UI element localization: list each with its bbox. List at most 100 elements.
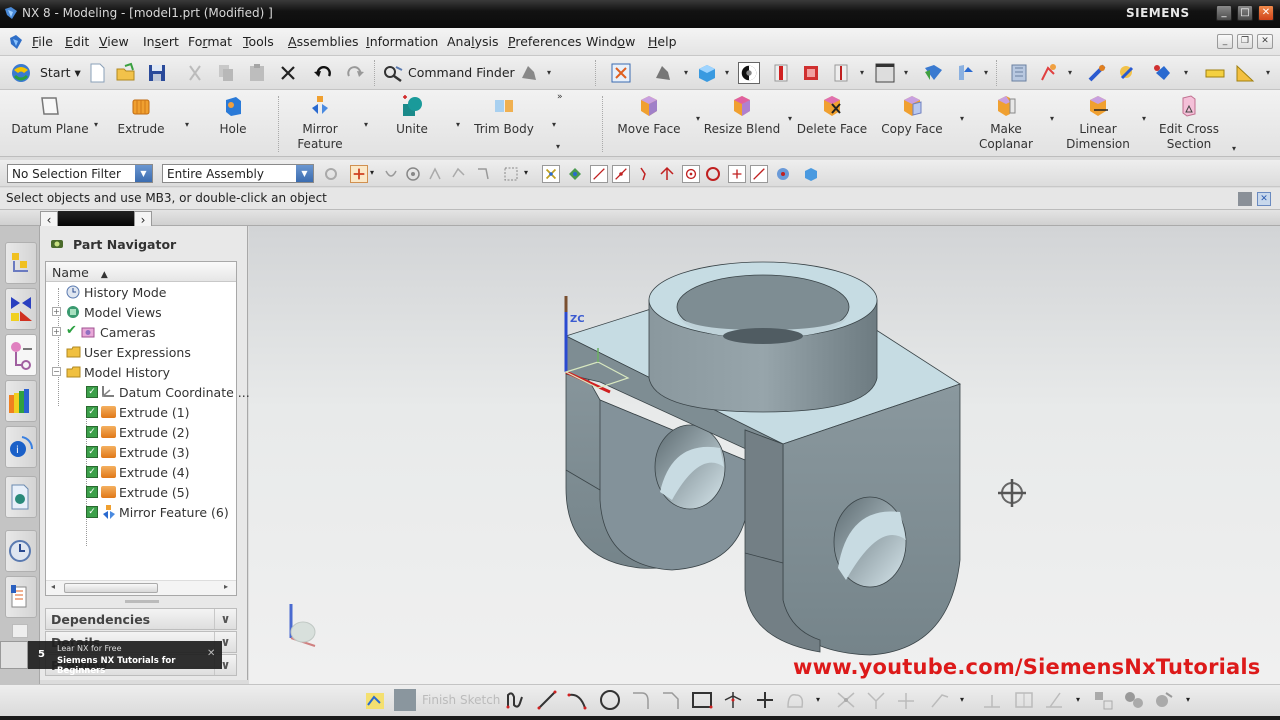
orientation-dropdown[interactable]: ▾ — [684, 68, 688, 77]
close-button[interactable]: ✕ — [1258, 5, 1274, 21]
clip-section-icon[interactable] — [800, 62, 822, 84]
doc-close-button[interactable]: ✕ — [1257, 34, 1273, 49]
background-dropdown[interactable]: ▾ — [904, 68, 908, 77]
mirror-feature-dropdown[interactable]: ▾ — [364, 120, 368, 129]
menu-help[interactable]: Help — [648, 34, 677, 49]
visibility-checkbox[interactable]: ✓ — [86, 466, 98, 478]
new-icon[interactable] — [86, 62, 108, 84]
midpoint-icon[interactable] — [612, 165, 630, 183]
wave-link-icon[interactable] — [1152, 62, 1174, 84]
visibility-checkbox[interactable]: ✓ — [86, 446, 98, 458]
redo-icon[interactable] — [344, 62, 366, 84]
resize-blend-dropdown[interactable]: ▾ — [788, 114, 792, 123]
video-playlist-overlay[interactable]: 5 Lear NX for Free Siemens NX Tutorials … — [0, 641, 222, 676]
sketch-task-icon[interactable] — [364, 689, 386, 711]
menu-view[interactable]: View — [99, 34, 129, 49]
quadrant-point-icon[interactable] — [704, 165, 722, 183]
general-selection-icon[interactable] — [322, 165, 340, 183]
tree-node-extrude-1[interactable]: ✓ Extrude (1) — [46, 402, 236, 422]
panel-splitter[interactable] — [125, 600, 159, 603]
tab-history[interactable] — [5, 530, 37, 572]
finish-sketch-button[interactable]: Finish Sketch — [422, 693, 500, 707]
chevron-down-icon[interactable]: ∨ — [214, 609, 236, 629]
linear-dimension-dropdown[interactable]: ▾ — [1142, 114, 1146, 123]
menu-information[interactable]: Information — [366, 34, 438, 49]
tab-part-navigator[interactable] — [5, 334, 37, 376]
scroll-right-arrow[interactable]: ▸ — [224, 582, 228, 591]
make-corner-icon[interactable] — [894, 689, 918, 711]
connected-curves-icon[interactable] — [450, 165, 468, 183]
move-face-button[interactable]: Move Face — [612, 94, 686, 137]
chevron-down-icon[interactable]: ▼ — [296, 165, 313, 182]
relations-browser-icon[interactable] — [1152, 689, 1176, 711]
finish-sketch-icon[interactable] — [394, 689, 416, 711]
datum-plane-button[interactable]: Datum Plane — [10, 94, 90, 137]
chevron-down-icon[interactable]: ▼ — [135, 165, 152, 182]
section-plane-icon[interactable] — [830, 62, 852, 84]
tree-node-cameras[interactable]: + ✔ Cameras — [46, 322, 236, 342]
snap-point-icon[interactable] — [542, 165, 560, 183]
layer-dropdown[interactable]: ▾ — [984, 68, 988, 77]
view-orient-dropdown[interactable]: ▾ — [547, 68, 551, 77]
selection-filter-combo[interactable]: No Selection Filter ▼ — [7, 164, 153, 183]
visibility-checkbox[interactable]: ✓ — [86, 426, 98, 438]
display-constraints-icon[interactable] — [1122, 689, 1146, 711]
chamfer-icon[interactable] — [660, 689, 682, 711]
tree-node-extrude-2[interactable]: ✓ Extrude (2) — [46, 422, 236, 442]
name-column-header[interactable]: Name ▲ — [46, 262, 236, 282]
rectangle-icon[interactable] — [690, 689, 714, 711]
snap-toggle-icon[interactable] — [566, 165, 584, 183]
tree-node-datum-coordinate-system[interactable]: ✓ Datum Coordinate ... — [46, 382, 250, 402]
resource-pin-button[interactable] — [12, 624, 28, 638]
auto-constrain-icon[interactable] — [1092, 689, 1116, 711]
measure-dropdown[interactable]: ▾ — [1266, 68, 1270, 77]
menu-analysis[interactable]: Analysis — [447, 34, 499, 49]
assembly-icon[interactable] — [1008, 62, 1030, 84]
expand-icon[interactable]: + — [52, 307, 61, 316]
menu-file[interactable]: FFileile — [32, 34, 53, 49]
expand-icon[interactable]: + — [52, 327, 61, 336]
dimension-dropdown[interactable]: ▾ — [1076, 695, 1080, 704]
constraints-dropdown[interactable]: ▾ — [960, 695, 964, 704]
ribbon-options-dropdown[interactable]: ▾ — [556, 142, 560, 151]
control-point-icon[interactable] — [636, 165, 654, 183]
select-rectangle-dropdown[interactable]: ▾ — [524, 168, 528, 177]
curve-rule-icon[interactable] — [382, 165, 400, 183]
tree-node-model-history[interactable]: − Model History — [46, 362, 236, 382]
cut-icon[interactable] — [184, 62, 206, 84]
display-mode-icon[interactable] — [738, 62, 760, 84]
offset-curve-icon[interactable] — [784, 689, 808, 711]
menu-format[interactable]: Format — [188, 34, 232, 49]
tree-horizontal-scrollbar[interactable]: ◂ ▸ — [46, 580, 236, 595]
extrude-button[interactable]: Extrude — [108, 94, 174, 137]
quick-trim-icon[interactable] — [834, 689, 858, 711]
tree-node-model-views[interactable]: + Model Views — [46, 302, 236, 322]
edit-cross-section-button[interactable]: Edit CrossSection Edit Cross Section — [1150, 94, 1228, 152]
close-icon[interactable]: ✕ — [207, 648, 215, 659]
delete-face-button[interactable]: Delete Face — [794, 94, 870, 137]
selection-scope-combo[interactable]: Entire Assembly ▼ — [162, 164, 314, 183]
render-style-dropdown[interactable]: ▾ — [725, 68, 729, 77]
dependencies-section[interactable]: Dependencies ∨ — [45, 608, 237, 630]
visibility-checkbox[interactable]: ✓ — [86, 386, 98, 398]
tab-assembly-navigator[interactable] — [5, 242, 37, 284]
line-icon[interactable] — [536, 689, 558, 711]
mirror-feature-button[interactable]: MirrorFeature Mirror Feature — [288, 94, 352, 152]
select-feature-icon[interactable] — [350, 165, 368, 183]
tangent-curves-icon[interactable] — [426, 165, 444, 183]
work-layer-icon[interactable] — [922, 62, 944, 84]
triangle-ruler-icon[interactable] — [1234, 62, 1256, 84]
shaded-cube-icon[interactable] — [696, 62, 718, 84]
datum-plane-dropdown[interactable]: ▾ — [94, 120, 98, 129]
minimize-button[interactable]: _ — [1216, 5, 1232, 21]
select-rectangle-icon[interactable] — [502, 165, 520, 183]
make-coplanar-button[interactable]: MakeCoplanar Make Coplanar — [970, 94, 1042, 152]
ruler-icon[interactable] — [1204, 62, 1226, 84]
collapse-icon[interactable]: − — [52, 367, 61, 376]
constraint-icon[interactable] — [1086, 62, 1108, 84]
arc-icon[interactable] — [566, 689, 588, 711]
doc-minimize-button[interactable]: _ — [1217, 34, 1233, 49]
menu-insert[interactable]: Insert — [143, 34, 179, 49]
unite-button[interactable]: Unite — [386, 94, 438, 137]
extrude-dropdown[interactable]: ▾ — [185, 120, 189, 129]
